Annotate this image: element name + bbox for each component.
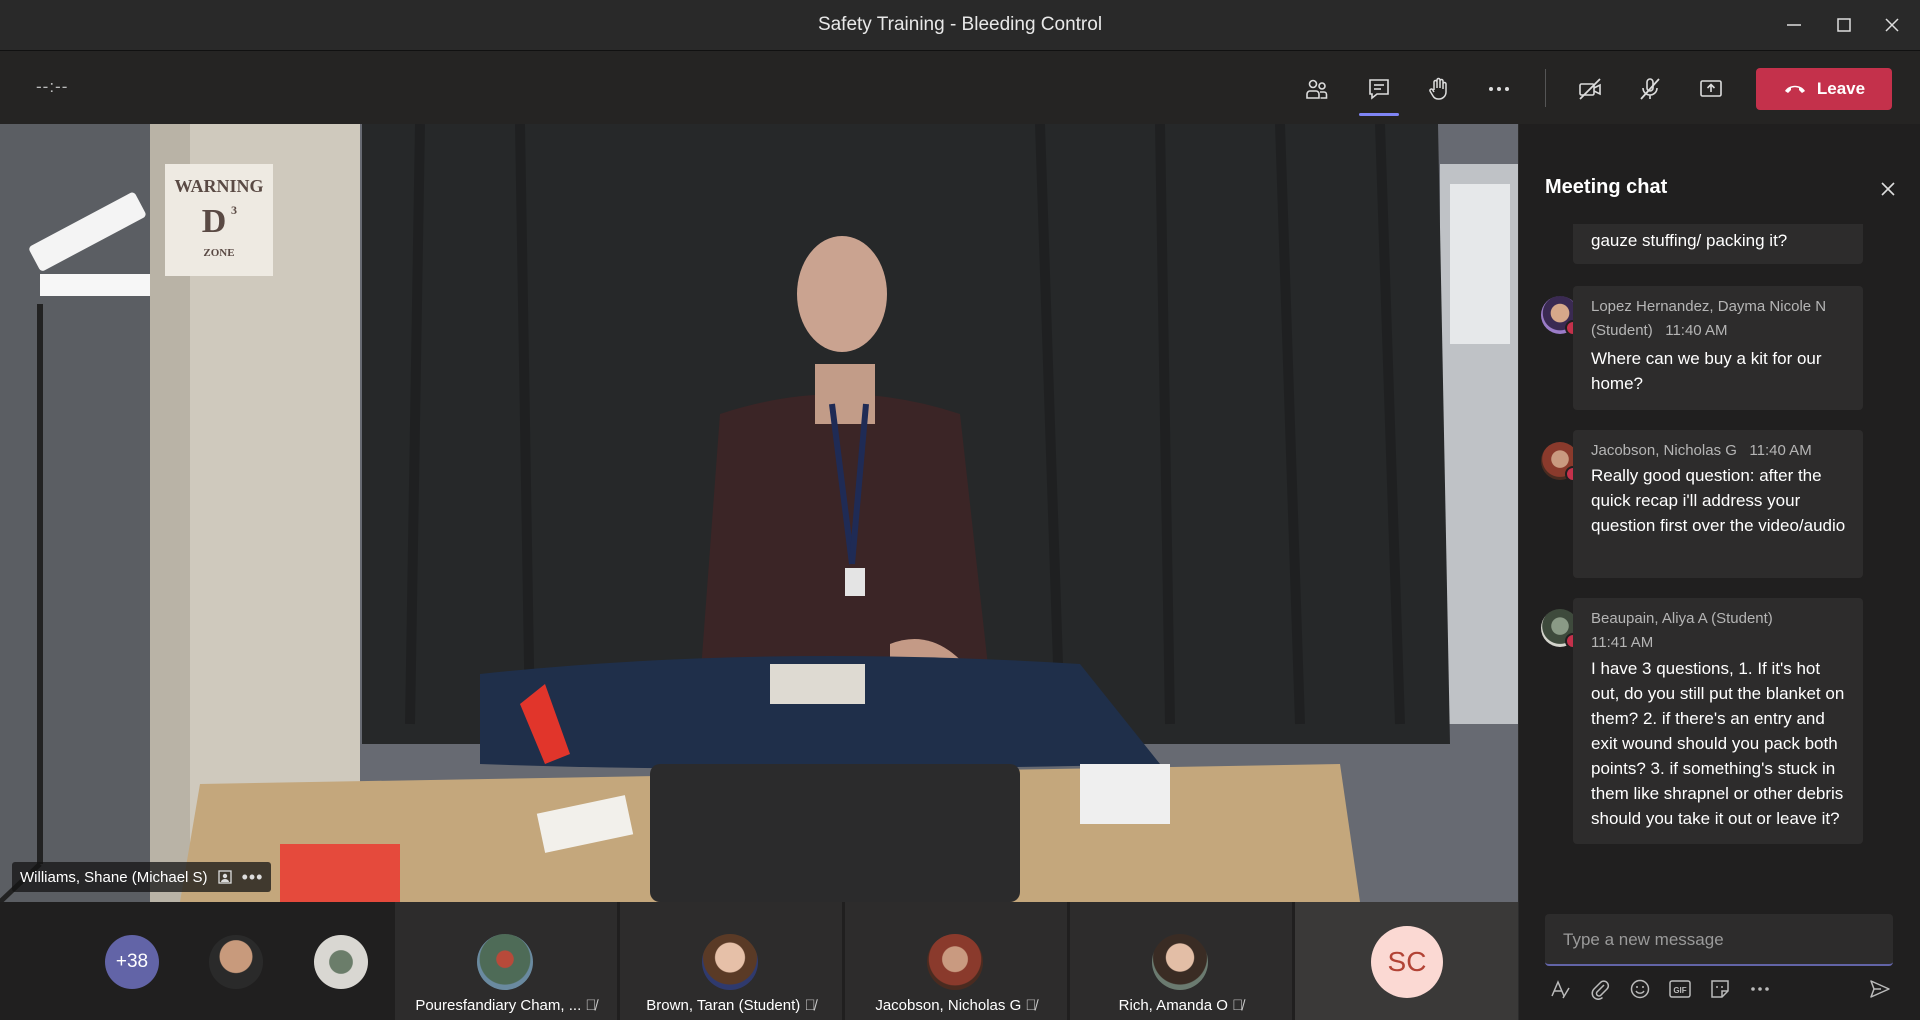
chat-active-indicator [1359, 113, 1399, 116]
chat-message[interactable]: Lopez Hernandez, Dayma Nicole N (Student… [1573, 286, 1863, 410]
speaker-name: Williams, Shane (Michael S) [20, 868, 208, 886]
format-icon[interactable] [1545, 974, 1575, 1004]
participant-strip: +38 Pouresfandiary Cham, ... 🎙̸ Brown, T… [0, 902, 1518, 1020]
meeting-toolbar: --:-- Leave [0, 51, 1920, 124]
emoji-icon[interactable] [1625, 974, 1655, 1004]
title-bar: Safety Training - Bleeding Control [0, 0, 1920, 51]
participants-button[interactable] [1295, 67, 1339, 111]
participant-name: Pouresfandiary Cham, ... 🎙̸ [415, 997, 597, 1014]
send-icon[interactable] [1865, 974, 1895, 1004]
main-video[interactable]: WARNING D 3 ZONE Williams, Shane (Michae… [0, 124, 1518, 902]
warning-poster: WARNING D 3 ZONE [165, 164, 273, 276]
video-frame: WARNING D 3 ZONE [0, 124, 1518, 902]
avatar [1152, 934, 1208, 990]
message-meta: Beaupain, Aliya A (Student) 11:41 AM [1591, 607, 1839, 655]
avatar[interactable] [209, 935, 263, 989]
minimize-icon[interactable] [1772, 8, 1816, 42]
message-time: 11:40 AM [1749, 442, 1812, 459]
chat-message[interactable]: gauze stuffing/ packing it? [1573, 224, 1863, 264]
mic-off-icon: 🎙̸ [804, 997, 816, 1014]
self-avatar: SC [1371, 926, 1443, 998]
participant-tile[interactable]: Brown, Taran (Student) 🎙̸ [620, 902, 842, 1020]
message-time: 11:40 AM [1665, 322, 1728, 339]
pin-person-icon[interactable] [217, 870, 232, 884]
svg-text:D: D [202, 203, 227, 240]
message-time: 11:41 AM [1591, 634, 1654, 651]
close-window-icon[interactable] [1870, 8, 1914, 42]
svg-text:3: 3 [231, 203, 237, 217]
maximize-icon[interactable] [1822, 8, 1866, 42]
chat-icon [1369, 79, 1389, 100]
more-options-icon[interactable] [1745, 974, 1775, 1004]
gif-icon[interactable]: GIF [1665, 974, 1695, 1004]
participant-name: Rich, Amanda O 🎙̸ [1118, 997, 1244, 1014]
chat-panel: Meeting chat gauze stuffing/ packing it?… [1518, 124, 1920, 1020]
message-meta: Lopez Hernandez, Dayma Nicole N (Student… [1591, 295, 1849, 343]
meeting-timer: --:-- [36, 77, 69, 96]
window-title: Safety Training - Bleeding Control [817, 14, 1103, 35]
sticker-icon[interactable] [1705, 974, 1735, 1004]
share-screen-button[interactable] [1689, 67, 1733, 111]
participant-tile[interactable]: Jacobson, Nicholas G 🎙̸ [845, 902, 1067, 1020]
avatar [477, 934, 533, 990]
toolbar-divider [1545, 69, 1546, 107]
svg-text:GIF: GIF [1673, 986, 1686, 995]
hang-up-icon [1784, 85, 1805, 93]
chat-button[interactable] [1357, 67, 1401, 111]
participant-name: Jacobson, Nicholas G 🎙̸ [875, 997, 1037, 1014]
camera-off-icon [1579, 78, 1601, 100]
overflow-participants-badge[interactable]: +38 [105, 935, 159, 989]
chat-message[interactable]: Jacobson, Nicholas G 11:40 AM Really goo… [1573, 430, 1863, 578]
message-input[interactable] [1561, 926, 1875, 954]
participant-tile[interactable]: Pouresfandiary Cham, ... 🎙̸ [395, 902, 617, 1020]
attach-icon[interactable] [1585, 974, 1615, 1004]
leave-button[interactable]: Leave [1756, 68, 1892, 110]
participant-name: Brown, Taran (Student) 🎙̸ [646, 997, 816, 1014]
message-text: Really good question: after the quick re… [1591, 466, 1846, 535]
raise-hand-button[interactable] [1417, 67, 1461, 111]
avatar [702, 934, 758, 990]
leave-label: Leave [1816, 79, 1866, 98]
participant-tile[interactable]: Rich, Amanda O 🎙̸ [1070, 902, 1292, 1020]
message-text: gauze stuffing/ packing it? [1591, 231, 1788, 250]
chat-title: Meeting chat [1545, 176, 1668, 198]
more-icon [1489, 87, 1509, 91]
mic-off-icon [1640, 78, 1660, 100]
share-icon [1700, 80, 1722, 97]
mic-off-icon: 🎙̸ [1025, 997, 1037, 1014]
speaker-name-tag: Williams, Shane (Michael S) ••• [12, 862, 272, 892]
compose-box[interactable] [1545, 914, 1893, 966]
mic-toggle-button[interactable] [1628, 67, 1672, 111]
chat-message[interactable]: Beaupain, Aliya A (Student) 11:41 AM I ha… [1573, 598, 1863, 844]
self-tile[interactable]: SC [1295, 902, 1518, 1020]
message-text: Where can we buy a kit for our home? [1591, 349, 1822, 393]
avatar [927, 934, 983, 990]
message-author: Beaupain, Aliya A (Student) [1591, 610, 1773, 627]
tile-more-icon[interactable]: ••• [242, 867, 264, 888]
hand-icon [1429, 77, 1447, 100]
message-author: Jacobson, Nicholas G [1591, 442, 1737, 459]
svg-text:WARNING: WARNING [174, 176, 263, 196]
avatar[interactable] [314, 935, 368, 989]
message-meta: Jacobson, Nicholas G 11:40 AM [1591, 439, 1812, 463]
camera-toggle-button[interactable] [1568, 67, 1612, 111]
svg-text:ZONE: ZONE [203, 247, 234, 259]
more-actions-button[interactable] [1477, 67, 1521, 111]
message-text: I have 3 questions, 1. If it's hot out, … [1591, 659, 1845, 828]
mic-off-icon: 🎙̸ [585, 997, 597, 1014]
mic-off-icon: 🎙̸ [1232, 997, 1244, 1014]
people-icon [1306, 79, 1328, 99]
close-chat-icon[interactable] [1877, 178, 1899, 200]
